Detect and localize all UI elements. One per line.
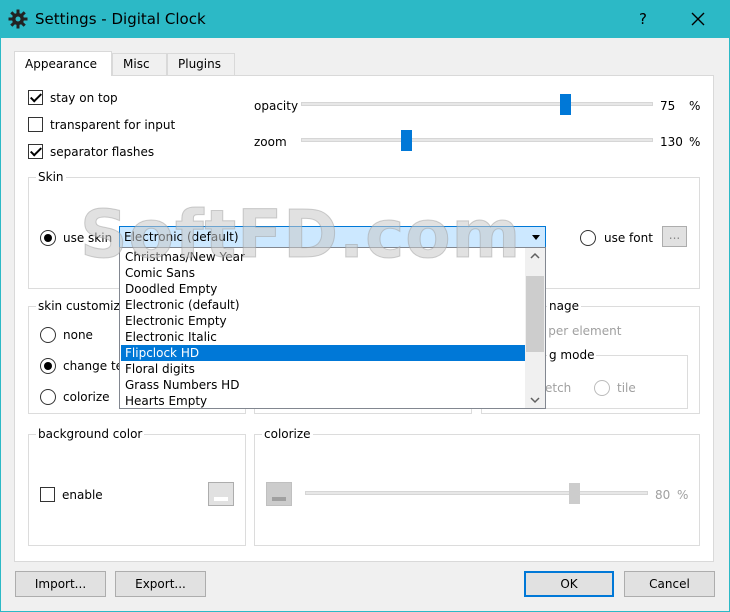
dropdown-item[interactable]: Doodled Empty — [121, 281, 525, 297]
use-font-radio[interactable] — [580, 230, 596, 246]
dropdown-scrollbar[interactable] — [525, 248, 545, 408]
colorize-slider-thumb[interactable] — [569, 483, 580, 504]
close-icon[interactable] — [686, 8, 710, 30]
texture-image-title: nage — [547, 299, 581, 313]
tab-misc[interactable]: Misc — [112, 53, 167, 75]
dropdown-item[interactable]: Electronic Empty — [121, 313, 525, 329]
dropdown-item[interactable]: Comic Sans — [121, 265, 525, 281]
customization-colorize-radio[interactable] — [40, 389, 56, 405]
window-border-left — [0, 38, 1, 612]
zoom-label: zoom — [254, 135, 287, 149]
use-skin-radio[interactable] — [40, 230, 56, 246]
separator-flashes-checkbox[interactable] — [28, 144, 43, 159]
colorize-value: 80 — [655, 488, 671, 502]
tile-radio[interactable] — [594, 380, 610, 396]
background-color-title: background color — [36, 427, 145, 441]
skin-customization-title: skin customiza — [36, 299, 130, 313]
import-button[interactable]: Import... — [15, 571, 106, 597]
scroll-up-icon[interactable] — [525, 248, 545, 265]
customization-none-radio[interactable] — [40, 327, 56, 343]
background-enable-checkbox[interactable] — [40, 487, 55, 502]
opacity-label: opacity — [254, 99, 299, 113]
colorize-title: colorize — [262, 427, 313, 441]
transparent-input-label: transparent for input — [50, 118, 176, 132]
cancel-button[interactable]: Cancel — [624, 571, 715, 597]
skin-group-title: Skin — [36, 170, 66, 184]
colorize-unit: % — [677, 488, 689, 502]
customization-change-label: change te — [63, 359, 124, 373]
window-title: Settings - Digital Clock — [35, 10, 206, 28]
tile-label: tile — [617, 381, 636, 395]
tab-appearance[interactable]: Appearance — [14, 51, 112, 76]
tab-plugins[interactable]: Plugins — [167, 53, 235, 75]
colorize-group — [254, 434, 700, 546]
stretch-label: etch — [545, 381, 572, 395]
dropdown-item[interactable]: Floral digits — [121, 361, 525, 377]
stay-on-top-label: stay on top — [50, 91, 118, 105]
per-element-label: e per element — [537, 324, 622, 338]
customization-none-label: none — [63, 328, 93, 342]
separator-flashes-label: separator flashes — [50, 145, 155, 159]
zoom-slider-track[interactable] — [301, 138, 653, 142]
texture-mode-title: g mode — [547, 348, 597, 362]
scroll-down-icon[interactable] — [525, 391, 545, 408]
customization-colorize-label: colorize — [63, 390, 110, 404]
zoom-unit: % — [689, 135, 701, 149]
opacity-value: 75 — [660, 99, 676, 113]
background-color-button[interactable] — [208, 482, 234, 506]
transparent-input-checkbox[interactable] — [28, 117, 43, 132]
use-skin-label: use skin — [63, 231, 113, 245]
dropdown-item[interactable]: Grass Numbers HD — [121, 377, 525, 393]
ok-button[interactable]: OK — [524, 571, 614, 597]
skin-combobox-value: Electronic (default) — [124, 230, 239, 244]
colorize-color-button[interactable] — [266, 482, 292, 506]
chevron-down-icon[interactable] — [532, 235, 540, 240]
skin-dropdown-list[interactable]: Christmas/New Year Comic Sans Doodled Empt… — [119, 247, 546, 409]
stay-on-top-checkbox[interactable] — [28, 90, 43, 105]
opacity-slider-thumb[interactable] — [559, 94, 571, 115]
font-select-button[interactable]: ... — [662, 226, 687, 247]
color-swatch-disabled — [272, 497, 286, 501]
zoom-slider-thumb[interactable] — [401, 130, 413, 151]
zoom-value: 130 — [660, 135, 683, 149]
customization-change-radio[interactable] — [40, 358, 56, 374]
opacity-slider-track[interactable] — [301, 102, 653, 106]
dropdown-item[interactable]: Electronic (default) — [121, 297, 525, 313]
export-button[interactable]: Export... — [115, 571, 206, 597]
dropdown-item[interactable]: Christmas/New Year — [121, 249, 525, 265]
color-swatch — [214, 497, 228, 501]
dropdown-item[interactable]: Flipclock HD — [121, 345, 525, 361]
dropdown-item[interactable]: Hearts Empty — [121, 393, 525, 409]
help-button[interactable]: ? — [632, 8, 654, 30]
colorize-slider-track[interactable] — [305, 491, 648, 495]
background-enable-label: enable — [62, 488, 103, 502]
use-font-label: use font — [604, 231, 653, 245]
scrollbar-thumb[interactable] — [526, 276, 544, 352]
gear-icon — [8, 9, 28, 29]
dropdown-item[interactable]: Electronic Italic — [121, 329, 525, 345]
opacity-unit: % — [689, 99, 701, 113]
skin-combobox[interactable]: Electronic (default) — [119, 226, 546, 248]
